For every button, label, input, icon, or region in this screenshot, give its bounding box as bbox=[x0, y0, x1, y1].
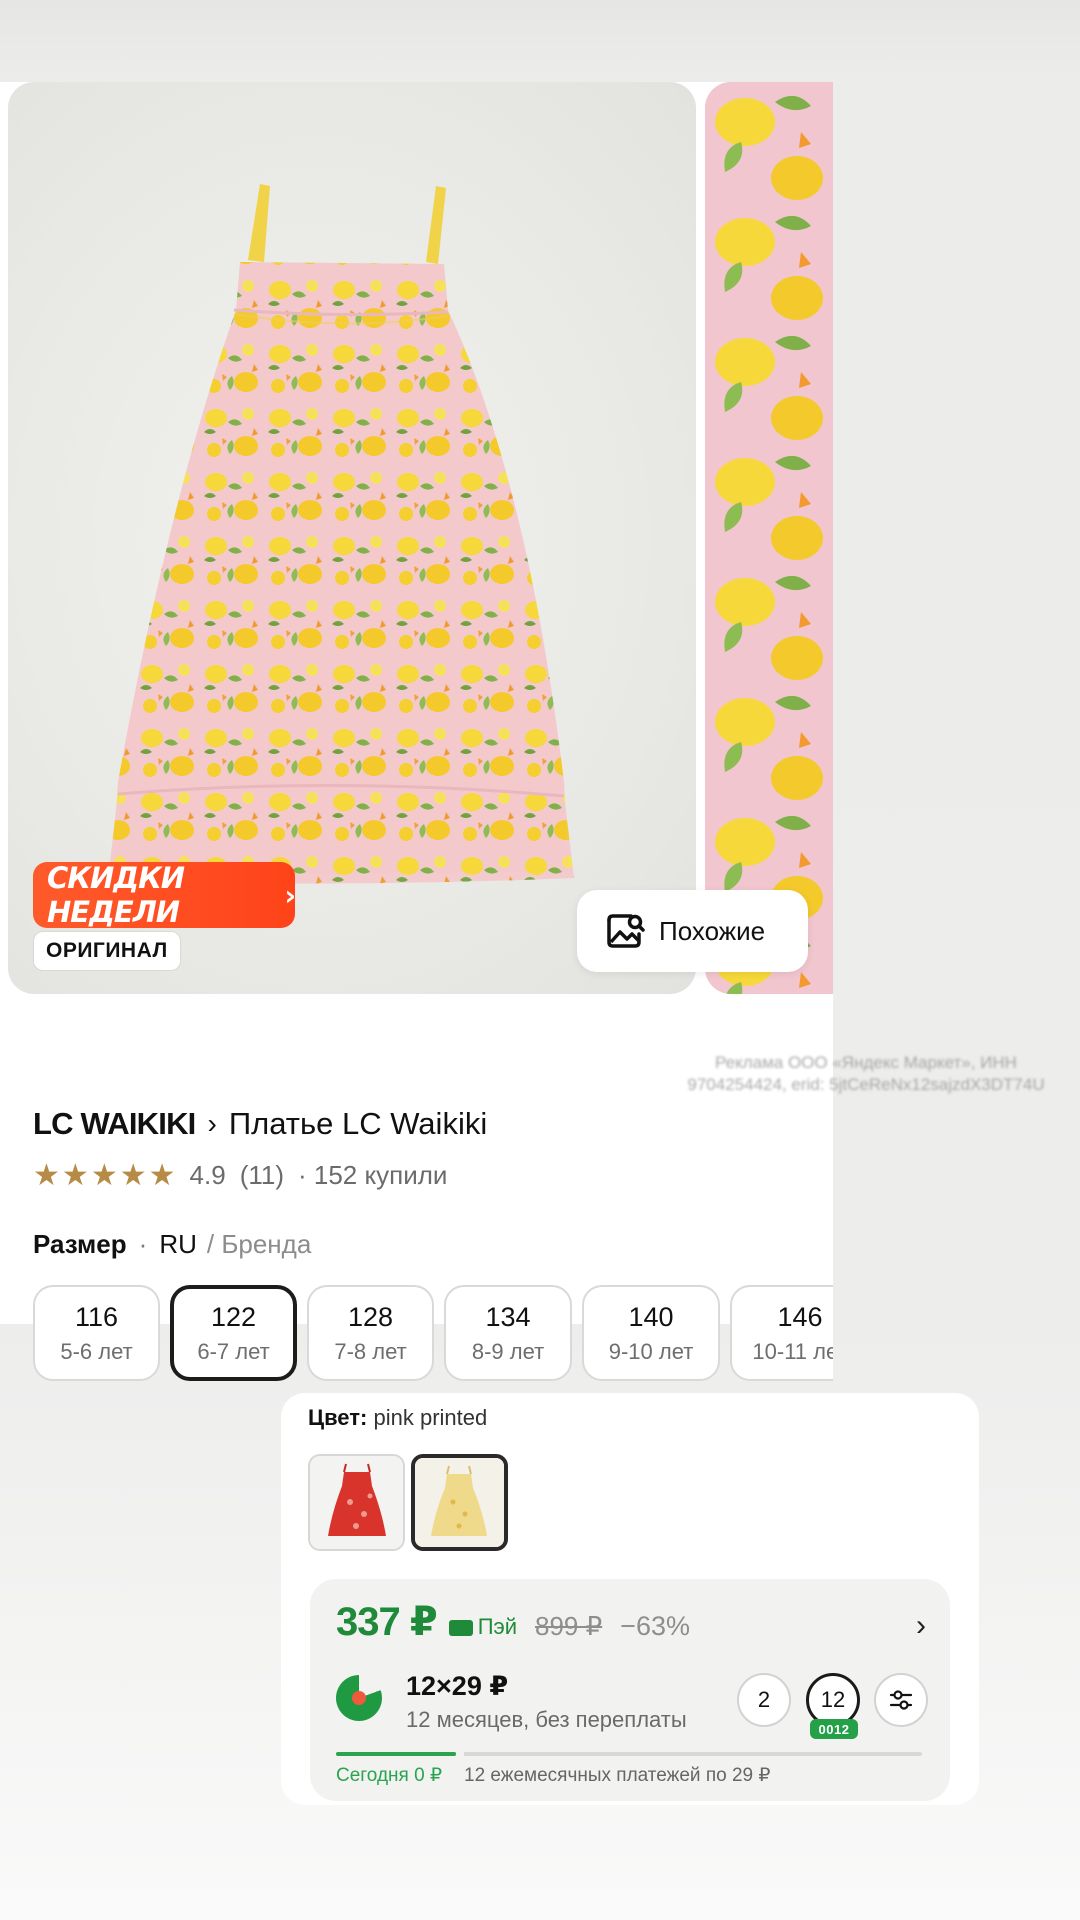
image-search-icon bbox=[607, 914, 645, 948]
star-icon: ★ bbox=[119, 1158, 147, 1192]
pay-label: Пэй bbox=[477, 1614, 518, 1639]
color-label: Цвет: bbox=[308, 1405, 368, 1430]
promo-label: СКИДКИ НЕДЕЛИ bbox=[47, 861, 185, 929]
size-option-selected[interactable]: 122 6-7 лет bbox=[170, 1285, 297, 1381]
product-photo-next[interactable] bbox=[705, 82, 833, 994]
price-row: 337 ₽ Пэй 899 ₽ −63% bbox=[336, 1599, 690, 1645]
payment-progress-fill bbox=[336, 1752, 456, 1756]
size-option[interactable]: 146 10-11 лет bbox=[730, 1285, 833, 1381]
split-title: 12×29 ₽ bbox=[406, 1671, 509, 1701]
similar-label: Похожие bbox=[659, 915, 766, 946]
size-value: 116 bbox=[74, 1301, 119, 1332]
size-option[interactable]: 116 5-6 лет bbox=[33, 1285, 160, 1381]
price-box[interactable]: 337 ₽ Пэй 899 ₽ −63% › 12×29 ₽ 12 месяце… bbox=[310, 1579, 950, 1801]
sliders-icon bbox=[889, 1690, 913, 1710]
term-value: 12 bbox=[820, 1687, 846, 1712]
star-icon: ★ bbox=[148, 1158, 176, 1192]
color-swatch-red[interactable] bbox=[308, 1454, 405, 1551]
size-age: 8-9 лет bbox=[471, 1338, 545, 1364]
settings-button[interactable] bbox=[874, 1673, 928, 1727]
color-value: pink printed bbox=[373, 1405, 488, 1430]
today-payment: Сегодня 0 ₽ bbox=[336, 1765, 443, 1786]
term-value: 2 bbox=[757, 1687, 771, 1712]
pay-badge: Пэй bbox=[448, 1614, 518, 1640]
similar-button[interactable]: Похожие bbox=[577, 890, 808, 972]
dress-image bbox=[108, 184, 574, 884]
size-dot: · bbox=[138, 1229, 148, 1259]
payment-progress-gap bbox=[456, 1751, 464, 1757]
size-option[interactable]: 128 7-8 лет bbox=[307, 1285, 434, 1381]
star-icon: ★ bbox=[61, 1158, 89, 1192]
size-selector: 116 5-6 лет 122 6-7 лет 128 7-8 лет 134 … bbox=[33, 1285, 833, 1385]
old-price: 899 ₽ bbox=[535, 1611, 603, 1641]
promo-badge[interactable]: СКИДКИ НЕДЕЛИ › bbox=[33, 861, 296, 929]
chevron-right-icon: › bbox=[284, 878, 296, 912]
term-tag: 0012 bbox=[810, 1719, 858, 1739]
bought-count: · 152 купили bbox=[298, 1160, 448, 1190]
purchase-panel: Цвет: pink printed 337 ₽ Пэй 899 ₽ −63% … bbox=[281, 1393, 979, 1805]
brand-link[interactable]: LC WAIKIKI bbox=[33, 1106, 196, 1142]
yellow-dress-thumbnail bbox=[415, 1458, 504, 1547]
size-value: 122 bbox=[210, 1301, 257, 1332]
size-age: 10-11 лет bbox=[752, 1338, 833, 1364]
size-system-brand[interactable]: / Бренда bbox=[207, 1229, 311, 1260]
card-icon bbox=[448, 1620, 473, 1636]
chevron-right-icon: › bbox=[207, 1108, 217, 1139]
size-label: Размер bbox=[33, 1229, 127, 1259]
product-title: Платье LC Waikiki bbox=[228, 1106, 488, 1141]
size-header: Размер · RU / Бренда bbox=[33, 1229, 311, 1260]
rating-value: 4.9 bbox=[189, 1160, 226, 1190]
color-swatch-yellow[interactable] bbox=[411, 1454, 508, 1551]
review-count[interactable]: (11) bbox=[240, 1160, 284, 1191]
size-value: 140 bbox=[628, 1301, 674, 1332]
split-payment-icon bbox=[336, 1675, 382, 1721]
monthly-payments: 12 ежемесячных платежей по 29 ₽ bbox=[464, 1765, 771, 1786]
size-value: 134 bbox=[485, 1301, 531, 1332]
red-dress-thumbnail bbox=[310, 1456, 403, 1549]
current-price: 337 ₽ bbox=[336, 1600, 438, 1644]
size-value: 128 bbox=[347, 1301, 394, 1332]
star-icon: ★ bbox=[33, 1158, 60, 1192]
star-icon: ★ bbox=[90, 1158, 118, 1192]
product-card: СКИДКИ НЕДЕЛИ › ОРИГИНАЛ Похожие Реклама… bbox=[0, 82, 1045, 1381]
size-option[interactable]: 134 8-9 лет bbox=[444, 1285, 572, 1381]
rating-row[interactable]: ★ ★ ★ ★ ★ 4.9 (11) · 152 купили bbox=[33, 1160, 447, 1191]
product-photo-main[interactable]: СКИДКИ НЕДЕЛИ › ОРИГИНАЛ bbox=[8, 82, 696, 994]
size-age: 9-10 лет bbox=[608, 1338, 694, 1364]
color-line: Цвет: pink printed bbox=[308, 1405, 487, 1431]
breadcrumb: LC WAIKIKI › Платье LC Waikiki bbox=[33, 1106, 487, 1142]
discount: −63% bbox=[620, 1611, 690, 1641]
original-label: ОРИГИНАЛ bbox=[46, 939, 168, 962]
size-age: 5-6 лет bbox=[60, 1338, 133, 1364]
term-option-2[interactable]: 2 bbox=[737, 1673, 791, 1727]
size-option[interactable]: 140 9-10 лет bbox=[582, 1285, 720, 1381]
rating-stars: ★ ★ ★ ★ ★ bbox=[33, 1158, 178, 1192]
size-age: 6-7 лет bbox=[197, 1338, 270, 1364]
dress-detail-image bbox=[705, 82, 833, 994]
original-badge: ОРИГИНАЛ bbox=[34, 932, 180, 970]
split-subtitle: 12 месяцев, без переплаты bbox=[406, 1707, 687, 1732]
chevron-right-icon[interactable]: › bbox=[916, 1609, 926, 1643]
size-age: 7-8 лет bbox=[334, 1338, 407, 1364]
size-system-ru[interactable]: RU bbox=[159, 1229, 197, 1260]
ad-disclaimer: Реклама ООО «Яндекс Маркет», ИНН 9704254… bbox=[687, 1053, 1045, 1094]
size-value: 146 bbox=[777, 1301, 823, 1332]
